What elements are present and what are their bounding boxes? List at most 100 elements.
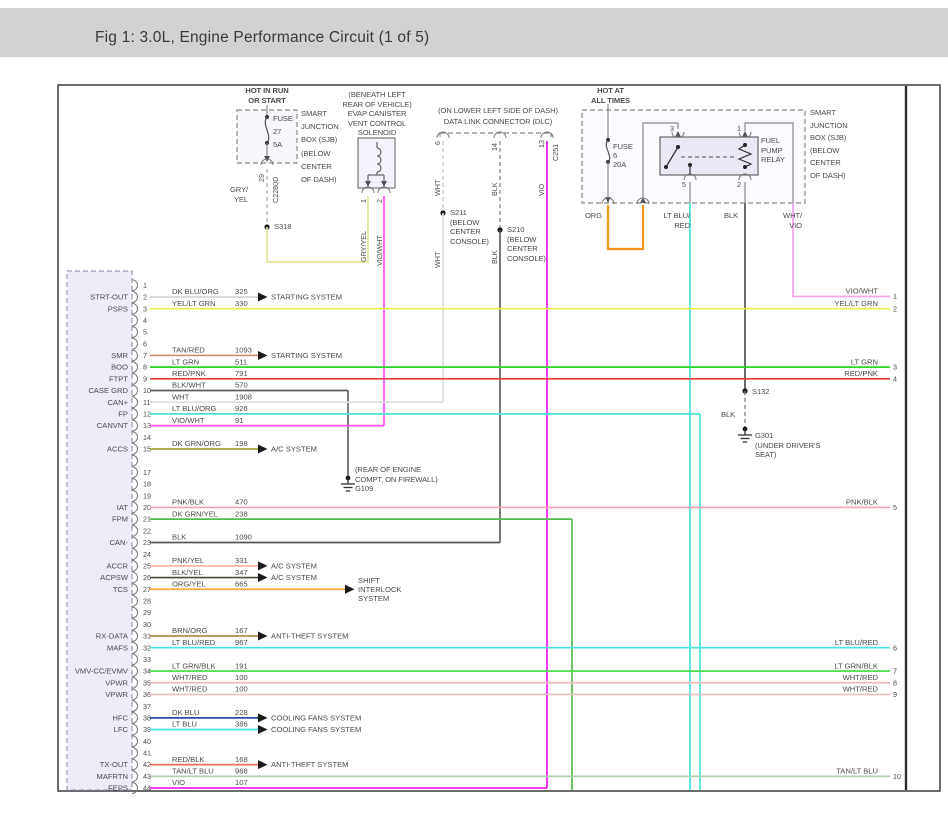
- wire-color-label: ORG/YEL: [172, 579, 206, 588]
- pcm-pin-row: 19: [131, 489, 151, 502]
- wire-color-label: LT BLU: [172, 720, 197, 729]
- wire-color-label: PNK/YEL: [172, 556, 204, 565]
- dlc-pin6-label: 6: [433, 141, 442, 145]
- svg-text:2: 2: [893, 304, 897, 313]
- pin-number: 34: [143, 667, 151, 676]
- pin-signal-name: CAN+: [108, 398, 129, 407]
- wire-color-label: DK BLU: [172, 708, 199, 717]
- svg-text:WHT/RED: WHT/RED: [843, 673, 879, 682]
- wire-color-label: DK GRN/YEL: [172, 509, 218, 518]
- pcm-connector-box: [66, 270, 133, 791]
- system-ref-label: STARTING SYSTEM: [271, 293, 342, 302]
- pcm-pin-row: 28: [131, 594, 151, 607]
- wire-color-label: YEL/LT GRN: [172, 299, 216, 308]
- pcm-pin-row: 1: [131, 279, 147, 292]
- system-ref-label: ANTI-THEFT SYSTEM: [271, 760, 349, 769]
- pin-signal-name: ACCS: [107, 445, 128, 454]
- circuit-number: 511: [235, 357, 247, 366]
- circuit-number: 1908: [235, 392, 252, 401]
- edge-wire-label: LT BLU/RED 6: [835, 638, 897, 652]
- pin-number: 18: [143, 480, 151, 489]
- pin-signal-name: CANVNT: [97, 421, 129, 430]
- pin-number: 38: [143, 713, 151, 722]
- pcm-pin-row: 24: [131, 548, 151, 561]
- pcm-pin-row: 25 ACCR PNK/YEL 331 A/C SYSTEM: [106, 556, 317, 572]
- svg-text:LT BLU/RED: LT BLU/RED: [835, 638, 879, 647]
- pin-number: 27: [143, 585, 151, 594]
- pin-number: 4: [143, 316, 147, 325]
- pin-signal-name: STRT-OUT: [90, 293, 128, 302]
- pin-number: 41: [143, 749, 151, 758]
- circuit-number: 967: [235, 638, 248, 647]
- pcm-pin-row: 40: [131, 735, 151, 748]
- splice-s210-label: S210 (BELOW CENTER CONSOLE): [507, 225, 546, 263]
- pin-signal-name: TCS: [113, 585, 128, 594]
- pcm-pin-row: 32 MAFS LT BLU/RED 967: [107, 638, 890, 654]
- svg-text:6: 6: [893, 643, 897, 652]
- svg-text:LT GRN: LT GRN: [851, 357, 878, 366]
- pin-signal-name: CASE GRD: [88, 386, 128, 395]
- pcm-pin-row: 12 FP LT BLU/ORG 926: [118, 404, 700, 420]
- splice-s318-label: S318: [274, 222, 292, 231]
- sjb-right-label: SMART JUNCTION BOX (SJB) (BELOW CENTER O…: [810, 108, 848, 180]
- system-ref-arrow: [258, 725, 268, 735]
- pin-number: 36: [143, 690, 151, 699]
- circuit-number: 968: [235, 766, 248, 775]
- circuit-number: 167: [235, 626, 248, 635]
- wire-color-label: TAN/LT BLU: [172, 766, 214, 775]
- pin-signal-name: BOO: [111, 363, 128, 372]
- circuit-number: 665: [235, 579, 248, 588]
- pin-signal-name: MAFS: [107, 643, 128, 652]
- pin-number: 40: [143, 737, 151, 746]
- pcm-pin-row: 31 RX-DATA BRN/ORG 167 ANTI-THEFT SYSTEM: [96, 626, 349, 643]
- system-ref-arrow: [258, 760, 268, 770]
- pin-signal-name: VMV-CC/EVMV: [75, 667, 129, 676]
- system-ref-arrow: [258, 631, 268, 641]
- wire-color-label: BRN/ORG: [172, 626, 208, 635]
- pcm-pin-row: 18: [131, 478, 151, 491]
- pcm-pin-row: 42 TX-OUT RED/BLK 168 ANTI-THEFT SYSTEM: [100, 755, 349, 771]
- pcm-pin-row: 36 VPWR WHT/RED 100: [105, 685, 890, 701]
- wire-color-label: RED/BLK: [172, 755, 205, 764]
- ground-g109-label: (REAR OF ENGINE COMPT, ON FIREWALL) G109: [355, 465, 438, 494]
- edge-wire-label: YEL/LT GRN 2: [834, 299, 897, 313]
- relay-pin3-number: 3: [670, 124, 674, 133]
- wire-color-label: BLK: [172, 533, 186, 542]
- pin-number: 21: [143, 515, 151, 524]
- svg-text:YEL/LT GRN: YEL/LT GRN: [834, 299, 878, 308]
- pin-number: 13: [143, 421, 151, 430]
- pin-number: 24: [143, 550, 151, 559]
- svg-text:7: 7: [893, 667, 897, 676]
- pcm-pin-row: 5: [131, 326, 147, 339]
- solenoid-pin1-label: 1: [359, 199, 368, 203]
- pin-signal-name: MAFRTN: [97, 772, 129, 781]
- pin-number: 9: [143, 374, 147, 383]
- pcm-pin-row: 21 FPM DK GRN/YEL 238: [112, 509, 572, 526]
- circuit-number: 1093: [235, 346, 252, 355]
- wire-vio-vertical-label: VIO: [537, 183, 546, 196]
- pin-signal-name: CAN-: [109, 538, 128, 547]
- dlc-header-label: (ON LOWER LEFT SIDE OF DASH) DATA LINK C…: [438, 106, 558, 126]
- wire-gry-yel-label: GRY/ YEL: [229, 185, 248, 204]
- relay-pin5-number: 5: [682, 180, 686, 189]
- circuit-number: 325: [235, 287, 248, 296]
- pin-signal-name: FTPT: [109, 374, 128, 383]
- system-ref-label: COOLING FANS SYSTEM: [271, 725, 361, 734]
- pcm-pin-row: 4: [131, 314, 147, 327]
- pcm-pin-row: 37: [131, 700, 151, 713]
- ground-g109-symbol: [341, 475, 355, 492]
- svg-text:WHT/RED: WHT/RED: [843, 685, 879, 694]
- circuit-number: 198: [235, 439, 248, 448]
- splice-s132-label: S132: [752, 387, 770, 396]
- system-ref-arrow: [258, 573, 268, 583]
- wire-blk2-label: BLK: [721, 410, 736, 419]
- pcm-pin-row: 41: [131, 746, 151, 759]
- pin-number: 19: [143, 491, 151, 500]
- pin-number: 31: [143, 632, 151, 641]
- circuit-number: 238: [235, 509, 248, 518]
- circuit-number: 570: [235, 381, 248, 390]
- pin-number: 23: [143, 538, 151, 547]
- system-ref-label: A/C SYSTEM: [271, 573, 317, 582]
- pin-number: 2: [143, 293, 147, 302]
- hot-in-run-label: HOT IN RUN OR START: [245, 86, 289, 105]
